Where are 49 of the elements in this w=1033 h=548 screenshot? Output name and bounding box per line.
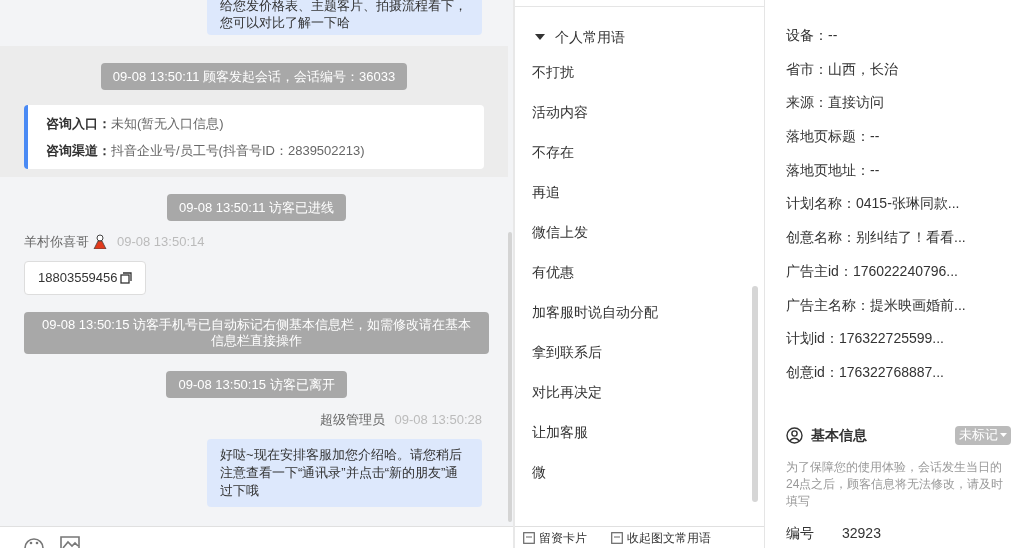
section-title: 基本信息	[811, 425, 867, 445]
source-info-row-text: 计划名称：0415-张琳同款...	[786, 194, 961, 214]
user-badge-icon	[93, 234, 107, 250]
phrase-item[interactable]: 再追	[515, 172, 764, 212]
card-icon	[611, 531, 623, 544]
source-info-row-text: 广告主名称：提米映画婚前...	[786, 295, 967, 315]
user-circle-icon	[786, 426, 803, 444]
phrase-item[interactable]: 微信上发	[515, 212, 764, 252]
field-value: 32923	[842, 523, 881, 543]
phrase-item[interactable]: 微	[515, 452, 764, 492]
source-info-row-text: 落地页地址：--	[786, 160, 881, 180]
phrase-item[interactable]: 不存在	[515, 132, 764, 172]
phrase-item[interactable]: 拿到联系后	[515, 332, 764, 372]
phrase-item[interactable]: 不打扰	[515, 52, 764, 92]
field-label: 编号	[786, 523, 815, 543]
sender-name: 超级管理员	[319, 410, 385, 429]
phrase-group-header[interactable]: 个人常用语	[515, 25, 764, 49]
source-info-row-text: 创意名称：别纠结了！看看...	[786, 228, 967, 248]
card-icon	[523, 531, 535, 544]
info-line: 咨询渠道：抖音企业号/员工号(抖音号ID：2839502213)	[46, 142, 366, 160]
message-time: 09-08 13:50:28	[394, 410, 482, 429]
source-info-row-text: 创意id：176322768887...	[786, 362, 945, 382]
system-notice: 09-08 13:50:15 访客手机号已自动标记右侧基本信息栏，如需修改请在基本信息栏直接操作	[24, 311, 489, 354]
system-notice: 09-08 13:50:11 顾客发起会话，会话编号：36033	[100, 63, 408, 90]
phrase-item[interactable]: 活动内容	[515, 92, 764, 132]
toolbar-button[interactable]: 收起图文常用语	[611, 528, 711, 547]
system-notice: 09-08 13:50:11 访客已进线	[166, 194, 347, 221]
info-line: 咨询入口：未知(暂无入口信息)	[46, 115, 225, 133]
message-text: 18803559456	[38, 268, 118, 287]
copy-icon[interactable]	[119, 271, 132, 284]
source-info-row-text: 设备：--	[786, 26, 839, 45]
caret-icon	[1000, 433, 1007, 438]
message-time: 09-08 13:50:14	[117, 233, 205, 251]
phrase-item[interactable]: 对比再决定	[515, 372, 764, 412]
system-notice: 09-08 13:50:15 访客已离开	[166, 370, 347, 398]
phrase-scrollbar-thumb[interactable]	[752, 286, 758, 502]
toolbar-button[interactable]: 留资卡片	[523, 528, 587, 547]
phrase-item[interactable]: 让加客服	[515, 412, 764, 452]
hint-text: 为了保障您的使用体验，会话发生当日的24点之后，顾客信息将无法修改，请及时填写	[786, 458, 1005, 510]
source-info-row-text: 落地页标题：--	[786, 127, 881, 147]
source-info-row-text: 省市：山西，长治	[786, 59, 899, 79]
image-icon[interactable]	[60, 536, 80, 548]
message-bubble: 好哒~现在安排客服加您介绍哈。请您稍后注意查看一下“通讯录”并点击“新的朋友”通过下哦	[207, 439, 482, 507]
phrase-item[interactable]: 加客服时说自动分配	[515, 292, 764, 332]
sender-name: 羊村你喜哥	[24, 233, 89, 251]
source-info-row-text: 广告主id：176022240796...	[786, 261, 959, 281]
phrase-item[interactable]: 有优惠	[515, 252, 764, 292]
source-info-row-text: 来源：直接访问	[786, 93, 885, 113]
source-info-row-text: 计划id：176322725599...	[786, 329, 945, 349]
